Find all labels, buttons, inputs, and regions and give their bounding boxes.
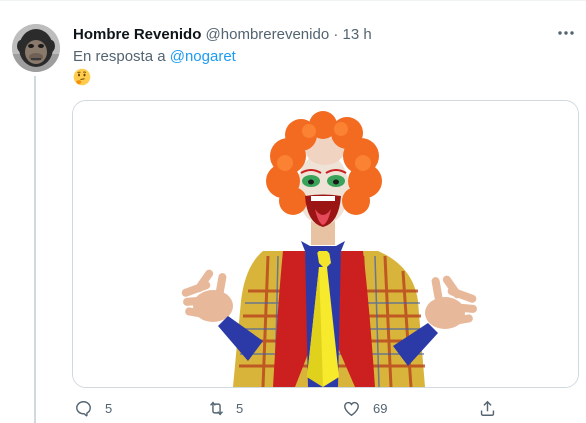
separator-dot: · — [333, 26, 339, 43]
top-divider — [0, 0, 586, 1]
avatar[interactable] — [12, 24, 60, 72]
timestamp[interactable]: 13 h — [343, 26, 372, 43]
like-count: 69 — [373, 400, 388, 416]
thinking-face-emoji-icon — [73, 68, 91, 86]
chimpanzee-avatar-icon — [12, 24, 60, 72]
author-name[interactable]: Hombre Revenido — [73, 26, 201, 43]
tweet-media[interactable] — [72, 100, 579, 388]
retweet-count: 5 — [236, 400, 244, 416]
share-icon — [480, 400, 495, 416]
reply-count: 5 — [105, 400, 113, 416]
reply-mention-link[interactable]: @nogaret — [170, 48, 236, 65]
reply-button[interactable]: 5 — [74, 396, 112, 420]
share-button[interactable] — [478, 396, 497, 420]
ellipsis-icon — [558, 31, 574, 35]
clown-image — [73, 101, 578, 387]
more-options-button[interactable] — [556, 26, 580, 40]
reply-prefix: En resposta a — [73, 48, 166, 65]
reply-context: En resposta a @nogaret — [73, 48, 236, 66]
reply-icon — [76, 400, 91, 416]
action-bar: 5 5 69 — [0, 396, 586, 420]
like-button[interactable]: 69 — [342, 396, 387, 420]
heart-icon — [344, 401, 359, 416]
tweet-header: Hombre Revenido @hombrerevenido · 13 h — [73, 26, 372, 44]
retweet-button[interactable]: 5 — [206, 396, 243, 420]
author-handle[interactable]: @hombrerevenido — [206, 26, 330, 43]
thread-line — [34, 76, 36, 423]
tweet-text — [73, 68, 91, 86]
retweet-icon — [210, 400, 223, 416]
